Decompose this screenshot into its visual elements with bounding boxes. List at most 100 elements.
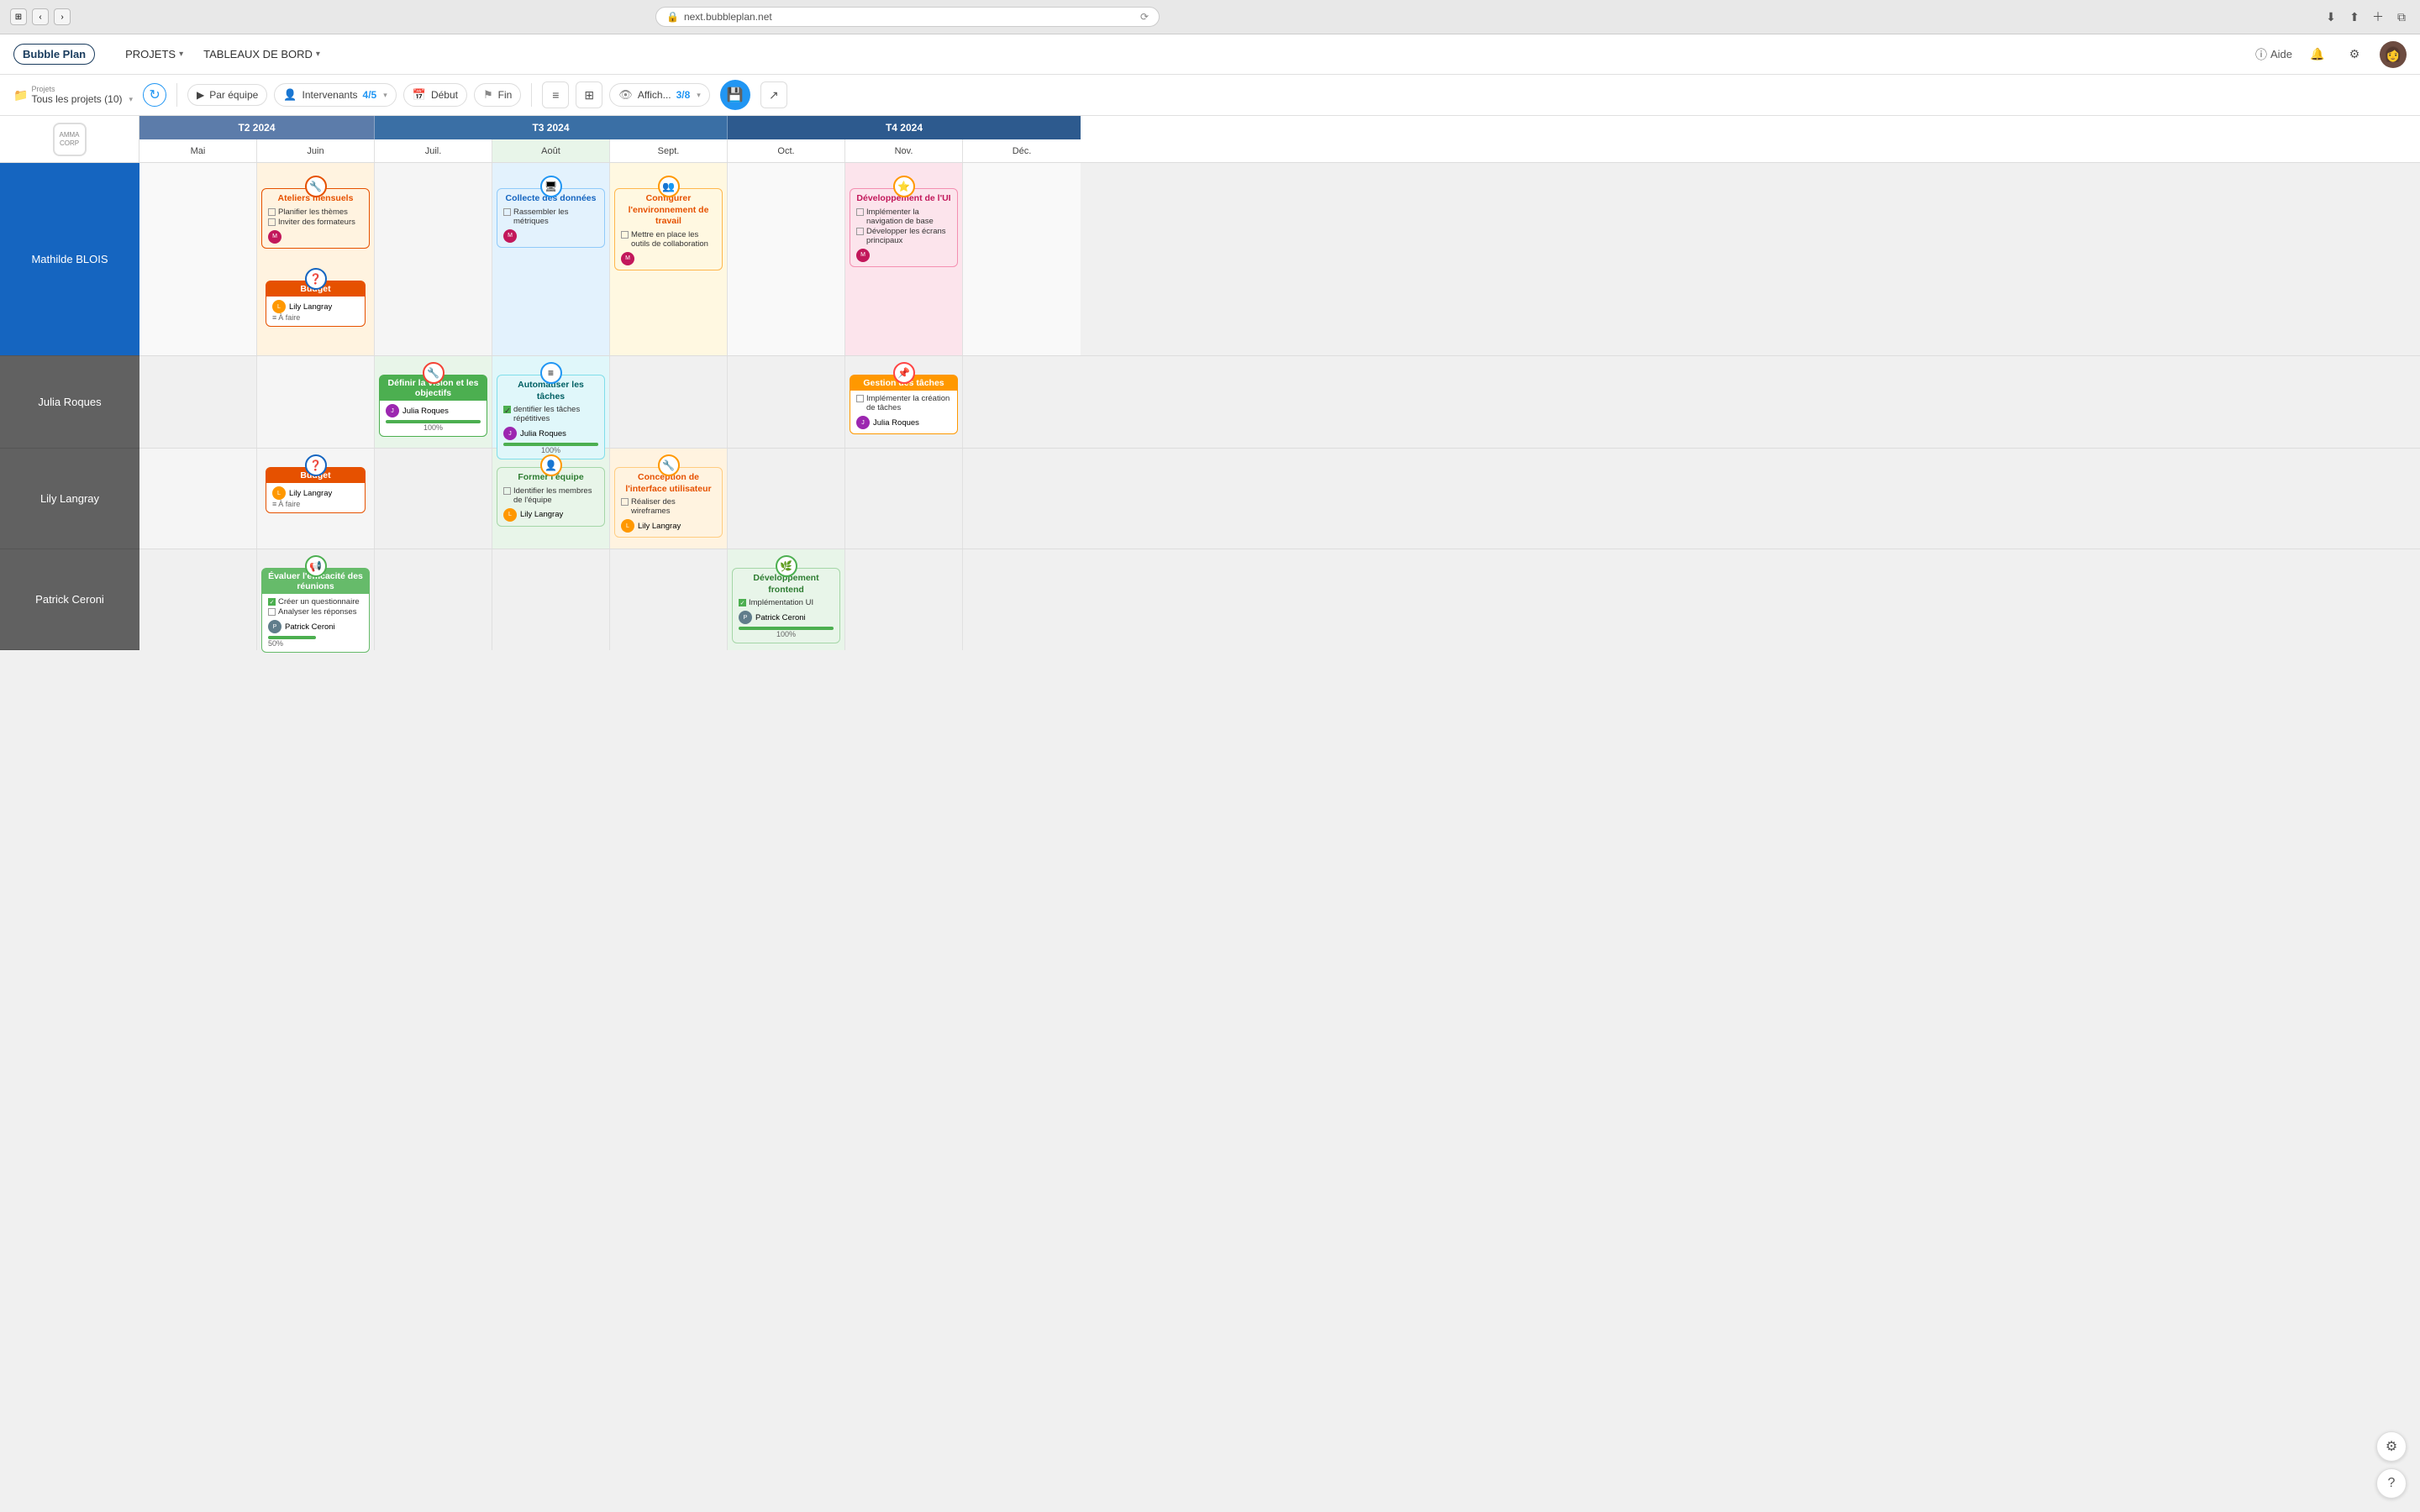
frontend-avatar: P xyxy=(739,611,752,624)
bell-btn[interactable]: 🔔 xyxy=(2306,43,2329,66)
assignee-avatar: M xyxy=(268,230,281,244)
save-icon: 💾 xyxy=(727,87,744,103)
bottom-settings-btn[interactable]: ⚙ xyxy=(2376,1431,2407,1462)
task-definir[interactable]: 🔧 Définir la vision et les objectifs J J… xyxy=(379,375,487,437)
task-collecte[interactable]: 🖥 Collecte des données Rassembler les mé… xyxy=(497,188,605,248)
checkbox-eval-2 xyxy=(268,608,276,616)
dev-ui-item-2: Développer les écrans principaux xyxy=(856,227,951,245)
row-julia: 🔧 Définir la vision et les objectifs J J… xyxy=(139,356,2420,449)
refresh-btn[interactable]: ↻ xyxy=(143,83,166,107)
new-tab-icon[interactable]: ＋ xyxy=(2370,8,2386,25)
tableaux-arrow-icon: ▾ xyxy=(316,50,320,59)
grid-view-btn[interactable]: ⊞ xyxy=(576,81,602,108)
checkbox-gestion xyxy=(856,395,864,402)
quarter-t2: T2 2024 xyxy=(139,116,375,139)
gestion-item-1: Implémenter la création de tâches xyxy=(856,394,951,412)
cell-aout-mathilde: 🖥 Collecte des données Rassembler les mé… xyxy=(492,163,610,355)
former-icon: 👤 xyxy=(540,454,562,476)
cell-dec-mathilde xyxy=(963,163,1081,355)
export-btn[interactable]: ↗ xyxy=(760,81,787,108)
folder-icon: 📁 xyxy=(13,88,28,102)
nav-tableaux[interactable]: TABLEAUX DE BORD ▾ xyxy=(193,34,330,75)
save-btn[interactable]: 💾 xyxy=(720,80,750,110)
month-nov: Nov. xyxy=(845,139,963,162)
task-evaluer[interactable]: 📢 Évaluer l'efficacité des réunions ✓ Cr… xyxy=(261,568,370,653)
definir-icon: 🔧 xyxy=(423,362,445,384)
checkbox-2 xyxy=(268,218,276,226)
ateliers-icon: 🔧 xyxy=(305,176,327,197)
address-bar[interactable]: 🔒 next.bubbleplan.net ⟳ xyxy=(655,7,1160,27)
task-gestion[interactable]: 📌 Gestion des tâches Implémenter la créa… xyxy=(850,375,958,434)
checkbox-collecte xyxy=(503,208,511,216)
user-avatar[interactable]: 👩 xyxy=(2380,41,2407,68)
fin-selector[interactable]: ⚑ Fin xyxy=(474,83,521,107)
task-conception[interactable]: 🔧 Conception de l'interface utilisateur … xyxy=(614,467,723,538)
former-avatar: L xyxy=(503,508,517,522)
cell-oct-lily xyxy=(728,449,845,549)
automatiser-assignee: J Julia Roques xyxy=(503,427,598,440)
task-configurer[interactable]: 👥 Configurer l'environnement de travail … xyxy=(614,188,723,270)
configurer-avatar: M xyxy=(621,252,634,265)
download-icon[interactable]: ⬇ xyxy=(2323,8,2339,25)
browser-actions: ⬇ ⬆ ＋ ⧉ xyxy=(2323,8,2410,25)
tabs-icon[interactable]: ⧉ xyxy=(2393,8,2410,25)
month-juin: Juin xyxy=(257,139,375,162)
app-logo[interactable]: Bubble Plan xyxy=(13,44,95,65)
browser-controls: ⊞ ‹ › xyxy=(10,8,71,25)
collecte-avatar: M xyxy=(503,229,517,243)
app-header: Bubble Plan PROJETS ▾ TABLEAUX DE BORD ▾… xyxy=(0,34,2420,75)
task-former[interactable]: 👤 Former l'équipe Identifier les membres… xyxy=(497,467,605,527)
eye-icon: 👁 xyxy=(618,88,633,102)
task-ateliers[interactable]: 🔧 Ateliers mensuels Planifier les thèmes… xyxy=(261,188,370,249)
nav-projets[interactable]: PROJETS ▾ xyxy=(115,34,193,75)
collecte-item-1: Rassembler les métriques xyxy=(503,207,598,226)
definir-assignee: J Julia Roques xyxy=(386,404,481,417)
task-budget-mathilde[interactable]: ❓ Budget L Lily Langray ≡À faire xyxy=(266,281,366,327)
forward-btn[interactable]: › xyxy=(54,8,71,25)
conception-assignee: L Lily Langray xyxy=(621,519,716,533)
refresh-icon[interactable]: ⟳ xyxy=(1140,11,1149,23)
back-btn[interactable]: ‹ xyxy=(32,8,49,25)
dev-frontend-assignee: P Patrick Ceroni xyxy=(739,611,834,624)
sidebar-toggle-btn[interactable]: ⊞ xyxy=(10,8,27,25)
debut-selector[interactable]: 📅 Début xyxy=(403,83,467,107)
list-view-btn[interactable]: ≡ xyxy=(542,81,569,108)
par-equipe-btn[interactable]: ▶ Par équipe xyxy=(187,84,267,106)
project-selector[interactable]: Tous les projets (10) ▾ xyxy=(31,93,133,105)
evaluer-progress-label: 50% xyxy=(268,639,363,648)
ateliers-item-2: Inviter des formateurs xyxy=(268,218,363,227)
calendar-icon: 📅 xyxy=(413,88,426,102)
bottom-right-buttons: ⚙ ? xyxy=(2376,1431,2407,1499)
share-icon[interactable]: ⬆ xyxy=(2346,8,2363,25)
cell-sept-patrick xyxy=(610,549,728,650)
configurer-title: Configurer l'environnement de travail xyxy=(621,193,716,228)
automatiser-icon: ≡ xyxy=(540,362,562,384)
affichage-selector[interactable]: 👁 Affich... 3/8 ▾ xyxy=(609,83,710,107)
person-icon: 👤 xyxy=(283,88,297,102)
checkbox-1 xyxy=(268,208,276,216)
settings-btn[interactable]: ⚙ xyxy=(2343,43,2366,66)
task-dev-frontend[interactable]: 🌿 Développement frontend ✓ Implémentatio… xyxy=(732,568,840,643)
timeline-area[interactable]: T2 2024 T3 2024 T4 2024 Mai Juin Juil. A… xyxy=(139,116,2420,1510)
header-right: ⓘ Aide 🔔 ⚙ 👩 xyxy=(2255,41,2407,68)
task-automatiser[interactable]: ≡ Automatiser les tâches ✓ dentifier les… xyxy=(497,375,605,459)
configurer-icon: 👥 xyxy=(658,176,680,197)
cell-juil-julia: 🔧 Définir la vision et les objectifs J J… xyxy=(375,356,492,448)
budget-avatar: L xyxy=(272,300,286,313)
intervenants-arrow-icon: ▾ xyxy=(383,91,387,100)
bottom-help-btn[interactable]: ? xyxy=(2376,1468,2407,1499)
task-budget-lily[interactable]: ❓ Budget L Lily Langray ≡À faire xyxy=(266,467,366,513)
cell-nov-mathilde: ⭐ Développement de l'UI Implémenter la n… xyxy=(845,163,963,355)
cell-sept-julia xyxy=(610,356,728,448)
breadcrumb-label: Projets xyxy=(31,85,133,93)
checkbox-former xyxy=(503,487,511,495)
evaluer-item-1: ✓ Créer un questionnaire xyxy=(268,597,363,606)
quarter-t4: T4 2024 xyxy=(728,116,1081,139)
cell-oct-julia xyxy=(728,356,845,448)
cell-juin-julia xyxy=(257,356,375,448)
conception-icon: 🔧 xyxy=(658,454,680,476)
help-btn[interactable]: ⓘ Aide xyxy=(2255,46,2292,63)
task-dev-ui[interactable]: ⭐ Développement de l'UI Implémenter la n… xyxy=(850,188,958,267)
intervenants-selector[interactable]: 👤 Intervenants 4/5 ▾ xyxy=(274,83,396,107)
ateliers-item-1: Planifier les thèmes xyxy=(268,207,363,217)
